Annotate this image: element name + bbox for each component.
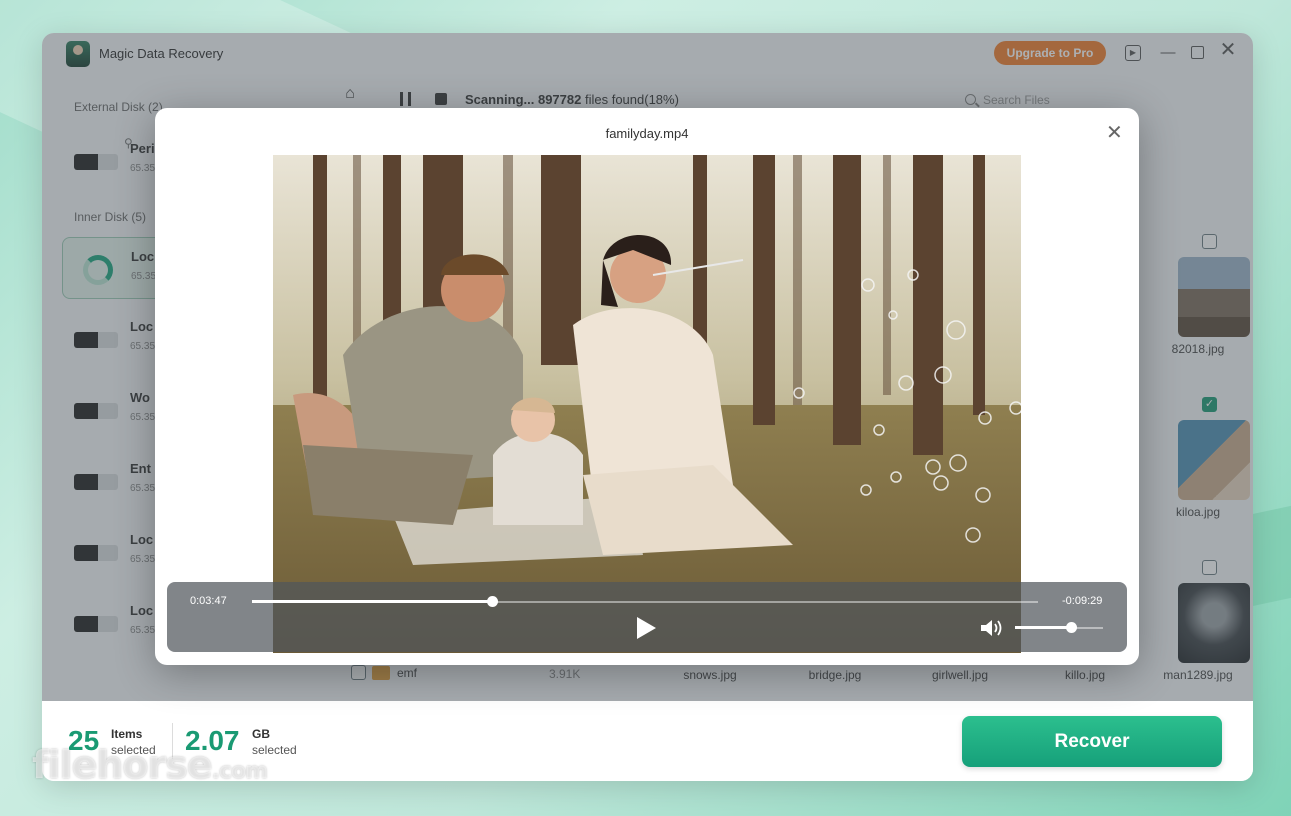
- video-preview-modal: familyday.mp4 ✕ 0:03:47 -0:09:29: [155, 108, 1139, 665]
- volume-fill: [1015, 626, 1072, 629]
- filehorse-watermark: filehorse.com: [32, 743, 268, 787]
- recover-button[interactable]: Recover: [962, 716, 1222, 767]
- progress-handle[interactable]: [487, 596, 499, 607]
- volume-icon[interactable]: [980, 619, 1006, 637]
- play-icon[interactable]: [637, 617, 656, 639]
- video-image: [273, 155, 1021, 653]
- video-controls: 0:03:47 -0:09:29: [167, 582, 1127, 652]
- size-unit: GB: [252, 727, 270, 741]
- video-frame[interactable]: [273, 155, 1021, 653]
- progress-fill: [252, 600, 493, 603]
- preview-title: familyday.mp4: [605, 126, 689, 141]
- close-icon[interactable]: ✕: [1106, 120, 1123, 145]
- watermark-text: filehorse: [32, 743, 213, 787]
- watermark-suffix: .com: [211, 759, 268, 784]
- remaining-time: -0:09:29: [1062, 595, 1103, 607]
- volume-handle[interactable]: [1065, 622, 1077, 633]
- items-unit: Items: [111, 727, 143, 741]
- current-time: 0:03:47: [190, 595, 227, 607]
